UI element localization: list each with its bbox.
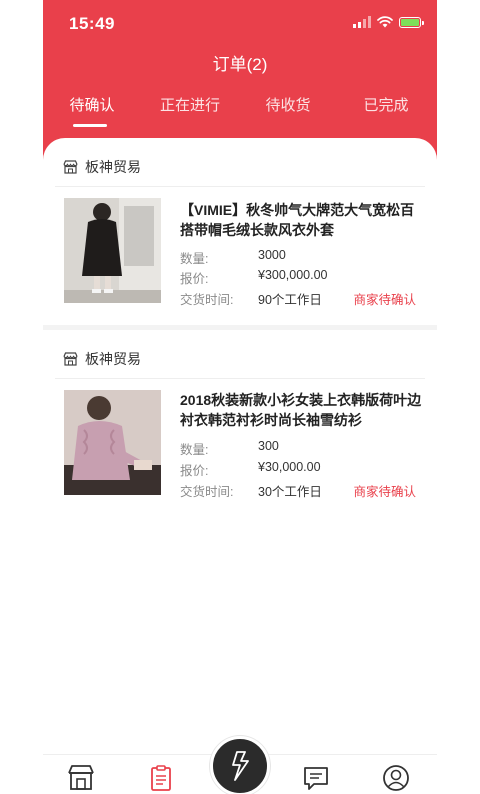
- battery-icon: [399, 16, 424, 28]
- status-icons: [353, 16, 424, 28]
- card-separator: [43, 325, 437, 330]
- quantity-value: 3000: [258, 248, 286, 262]
- product-image[interactable]: [64, 390, 161, 495]
- quantity-label: 数量:: [180, 443, 209, 457]
- message-icon[interactable]: [301, 763, 331, 793]
- tab-completed[interactable]: 已完成: [337, 94, 435, 115]
- product-name[interactable]: 2018秋装新款小衫女装上衣韩版荷叶边衬衣韩范衬衫时尚长袖雪纺衫: [180, 390, 425, 430]
- store-icon: [63, 160, 78, 174]
- tab-in-progress[interactable]: 正在进行: [141, 94, 239, 115]
- quantity-value: 300: [258, 439, 279, 453]
- delivery-label: 交货时间:: [180, 485, 234, 499]
- status-time: 15:49: [69, 14, 115, 33]
- active-tab-indicator: [73, 124, 107, 127]
- store-icon: [63, 352, 78, 366]
- price-label: 报价:: [180, 464, 209, 478]
- lightning-icon: [232, 751, 249, 781]
- order-status: 商家待确认: [353, 485, 416, 499]
- tab-to-receive[interactable]: 待收货: [239, 94, 337, 115]
- delivery-value: 30个工作日: [258, 485, 322, 499]
- divider: [55, 186, 425, 187]
- shop-icon[interactable]: [66, 763, 96, 793]
- shop-name: 板神贸易: [85, 159, 141, 175]
- product-name[interactable]: 【VIMIE】秋冬帅气大牌范大气宽松百搭带帽毛绒长款风衣外套: [180, 200, 425, 240]
- order-status: 商家待确认: [353, 293, 416, 307]
- order-tabs: 待确认 正在进行 待收货 已完成: [43, 94, 437, 134]
- header: 15:49 订单(2) 待确认 正在进行 待收货 已完成: [43, 0, 437, 160]
- app-screen: 15:49 订单(2) 待确认 正在进行 待收货 已完成 板神贸易 【VIMIE…: [43, 0, 437, 794]
- shop-name: 板神贸易: [85, 351, 141, 367]
- price-value: ¥300,000.00: [258, 268, 328, 282]
- shop-row[interactable]: 板神贸易: [63, 349, 141, 369]
- price-label: 报价:: [180, 272, 209, 286]
- user-icon[interactable]: [381, 763, 411, 793]
- divider: [55, 378, 425, 379]
- wifi-icon: [377, 16, 393, 28]
- quantity-label: 数量:: [180, 252, 209, 266]
- shop-row[interactable]: 板神贸易: [63, 157, 141, 177]
- delivery-label: 交货时间:: [180, 293, 234, 307]
- tab-pending-confirm[interactable]: 待确认: [43, 94, 141, 115]
- signal-icon: [353, 16, 371, 28]
- price-value: ¥30,000.00: [258, 460, 321, 474]
- center-action-button[interactable]: [210, 736, 270, 794]
- orders-icon[interactable]: [146, 763, 176, 793]
- page-title: 订单(2): [212, 55, 268, 74]
- product-image[interactable]: [64, 198, 161, 303]
- delivery-value: 90个工作日: [258, 293, 322, 307]
